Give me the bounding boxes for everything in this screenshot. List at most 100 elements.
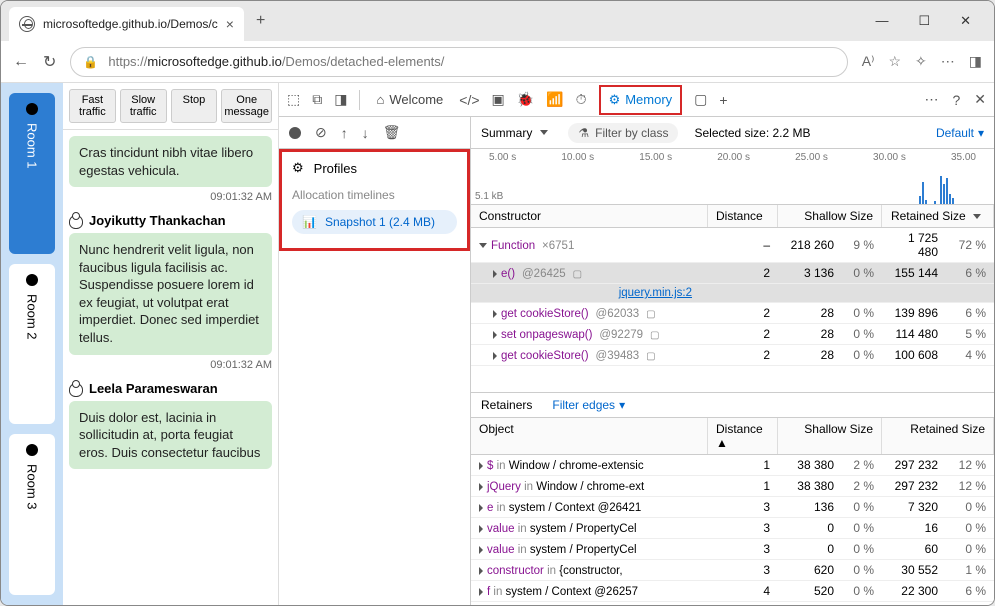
table-row[interactable]: set onpageswap() @92279 ▢2280 %114 4805 … <box>471 324 994 345</box>
profiles-header: ⚙ Profiles <box>292 160 457 176</box>
table-row[interactable]: get cookieStore() @62033 ▢2280 %139 8966… <box>471 303 994 324</box>
one-message-button[interactable]: Onemessage <box>221 89 272 123</box>
filter-icon: ⚗ <box>578 126 589 140</box>
room-1[interactable]: Room 1 <box>9 93 55 254</box>
messages-list: Cras tincidunt nibh vitae libero egestas… <box>63 130 278 605</box>
chat-toolbar: Fasttraffic Slowtraffic Stop Onemessage <box>63 83 278 130</box>
allocation-timelines-label: Allocation timelines <box>292 188 457 202</box>
default-dropdown[interactable]: Default ▾ <box>936 126 984 140</box>
table-row[interactable]: Function ×6751–218 2609 %1 725 48072 % <box>471 228 994 263</box>
menu-icon[interactable]: ⋯ <box>941 53 955 70</box>
summary-dropdown[interactable]: Summary <box>481 126 552 140</box>
stop-button[interactable]: Stop <box>171 89 218 123</box>
address-bar: ← ↻ 🔒 https://microsoftedge.github.io/De… <box>1 41 994 83</box>
extensions-icon[interactable]: ✧ <box>915 53 927 70</box>
retainers-table: Object Distance ▲ Shallow Size Retained … <box>471 418 994 605</box>
slow-traffic-button[interactable]: Slowtraffic <box>120 89 167 123</box>
col-object[interactable]: Object <box>471 418 708 454</box>
url-input[interactable]: 🔒 https://microsoftedge.github.io/Demos/… <box>70 47 847 77</box>
col-distance[interactable]: Distance <box>708 205 778 227</box>
table-row[interactable]: [0] in Array @791515280 %280 % <box>471 602 994 605</box>
more-icon[interactable]: ⋯ <box>924 91 938 108</box>
selected-size: Selected size: 2.2 MB <box>694 126 810 140</box>
upload-icon[interactable]: ↑ <box>341 125 348 141</box>
console-icon[interactable]: ▣ <box>492 91 505 108</box>
retainers-bar: Retainers Filter edges ▾ <box>471 392 994 418</box>
table-header: Object Distance ▲ Shallow Size Retained … <box>471 418 994 455</box>
message: Duis dolor est, lacinia in sollicitudin … <box>69 401 272 470</box>
filter-bar: Summary ⚗Filter by class Selected size: … <box>471 117 994 149</box>
timeline[interactable]: 5.00 s 10.00 s 15.00 s 20.00 s 25.00 s 3… <box>471 149 994 205</box>
device-icon[interactable]: ⧉ <box>312 91 322 108</box>
person-icon <box>69 383 83 397</box>
table-row[interactable]: get cookieStore() @39483 ▢2280 %100 6084… <box>471 345 994 366</box>
table-row[interactable]: f in system / Context @2625745200 %22 30… <box>471 581 994 602</box>
back-button[interactable]: ← <box>13 53 29 71</box>
sender: Joyikutty Thankachan <box>69 213 272 229</box>
help-icon[interactable]: ? <box>952 92 960 108</box>
timeline-ylabel: 5.1 kB <box>475 191 503 202</box>
profiles-highlight: ⚙ Profiles Allocation timelines 📊 Snapsh… <box>279 149 470 251</box>
message-time: 09:01:32 AM <box>69 359 272 371</box>
network-icon[interactable]: 📶 <box>546 91 563 108</box>
titlebar: microsoftedge.github.io/Demos/c × + — ☐ … <box>1 1 994 41</box>
message: Nunc hendrerit velit ligula, non faucibu… <box>69 233 272 370</box>
table-row[interactable]: value in system / PropertyCel300 %600 % <box>471 539 994 560</box>
welcome-tab[interactable]: ⌂Welcome <box>372 86 447 113</box>
table-row[interactable]: e in system / Context @2642131360 %7 320… <box>471 497 994 518</box>
room-2[interactable]: Room 2 <box>9 264 55 425</box>
home-icon: ⌂ <box>376 92 384 107</box>
col-retained[interactable]: Retained Size <box>882 205 994 227</box>
sources-icon[interactable]: 🐞 <box>517 91 534 108</box>
download-icon[interactable]: ↓ <box>362 125 369 141</box>
browser-tab[interactable]: microsoftedge.github.io/Demos/c × <box>9 7 244 41</box>
table-row[interactable]: $ in Window / chrome-extensic138 3802 %2… <box>471 455 994 476</box>
refresh-button[interactable]: ↻ <box>43 52 56 72</box>
message-time: 09:01:32 AM <box>69 191 272 203</box>
table-row[interactable]: value in system / PropertyCel300 %160 % <box>471 518 994 539</box>
dock-icon[interactable]: ◨ <box>334 91 347 108</box>
elements-icon[interactable]: </> <box>459 92 479 108</box>
trash-icon[interactable]: 🗑 <box>383 124 401 141</box>
read-aloud-icon[interactable]: A⁾ <box>862 53 875 70</box>
record-icon[interactable] <box>289 127 301 139</box>
more-tabs-icon[interactable]: + <box>719 92 727 108</box>
table-row[interactable]: e() @26425 ▢23 1360 %155 1446 % <box>471 263 994 284</box>
col-shallow[interactable]: Shallow Size <box>778 418 882 454</box>
tab-title: microsoftedge.github.io/Demos/c <box>43 17 218 31</box>
new-tab-button[interactable]: + <box>256 12 265 30</box>
performance-icon[interactable]: ⏱ <box>576 91 587 108</box>
class-filter-input[interactable]: ⚗Filter by class <box>568 123 678 143</box>
favorite-icon[interactable]: ☆ <box>888 53 901 70</box>
memory-icon: ⚙ <box>609 92 621 108</box>
source-link[interactable]: jquery.min.js:2 <box>471 284 994 303</box>
table-row[interactable]: constructor in {constructor,36200 %30 55… <box>471 560 994 581</box>
constructor-table: Constructor Distance Shallow Size Retain… <box>471 205 994 392</box>
col-constructor[interactable]: Constructor <box>471 205 708 227</box>
sliders-icon: ⚙ <box>292 160 304 176</box>
col-distance[interactable]: Distance ▲ <box>708 418 778 454</box>
maximize-button[interactable]: ☐ <box>918 13 930 29</box>
close-tab-icon[interactable]: × <box>226 16 234 32</box>
inspect-icon[interactable]: ⬚ <box>287 91 300 108</box>
snapshot-item[interactable]: 📊 Snapshot 1 (2.4 MB) <box>292 210 457 234</box>
sidebar-icon[interactable]: ◨ <box>969 53 982 70</box>
col-retained[interactable]: Retained Size <box>882 418 994 454</box>
devtools-tabs: ⬚ ⧉ ◨ ⌂Welcome </> ▣ 🐞 📶 ⏱ ⚙Memory ▢ + ⋯… <box>279 83 994 117</box>
close-devtools-icon[interactable]: ✕ <box>974 91 986 108</box>
minimize-button[interactable]: — <box>875 13 888 29</box>
col-shallow[interactable]: Shallow Size <box>778 205 882 227</box>
rooms-sidebar: Room 1 Room 2 Room 3 <box>1 83 63 605</box>
window-close-button[interactable]: ✕ <box>960 13 971 29</box>
lock-icon: 🔒 <box>83 55 98 69</box>
fast-traffic-button[interactable]: Fasttraffic <box>69 89 116 123</box>
memory-tab[interactable]: ⚙Memory <box>599 85 683 115</box>
clear-icon[interactable]: ⊘ <box>315 124 327 141</box>
table-row[interactable]: jQuery in Window / chrome-ext138 3802 %2… <box>471 476 994 497</box>
status-dot-icon <box>26 274 38 286</box>
devtools: ⬚ ⧉ ◨ ⌂Welcome </> ▣ 🐞 📶 ⏱ ⚙Memory ▢ + ⋯… <box>279 83 994 605</box>
room-3[interactable]: Room 3 <box>9 434 55 595</box>
status-dot-icon <box>26 444 38 456</box>
filter-edges-dropdown[interactable]: Filter edges ▾ <box>552 398 625 412</box>
application-icon[interactable]: ▢ <box>694 91 707 108</box>
